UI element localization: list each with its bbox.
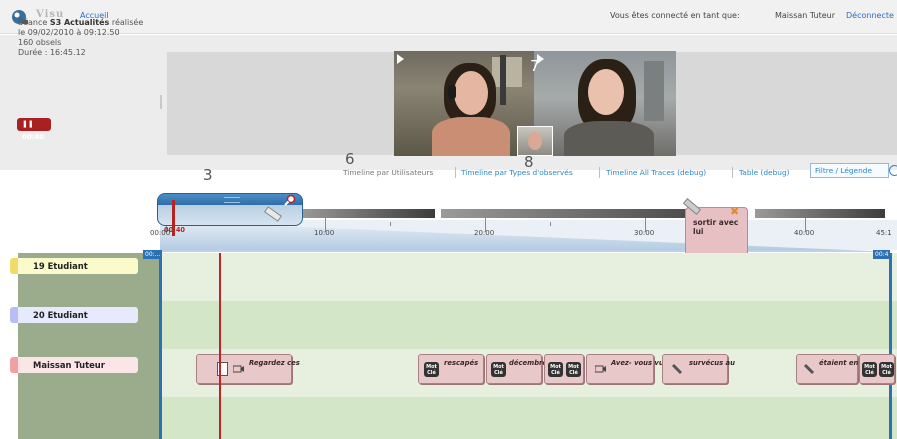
pause-timer-button[interactable]: ❚❚ 00:40: [17, 118, 51, 141]
magnifier-icon[interactable]: [284, 194, 296, 206]
grip-icon: [224, 197, 240, 203]
track-band: [160, 301, 897, 349]
obsel-item[interactable]: Mot Clé décembre s: [486, 354, 553, 384]
person-face: [454, 71, 488, 115]
obsel-text: rescapés: [444, 359, 479, 367]
obsel-item[interactable]: Mot Clé Mot Clé: [859, 354, 895, 384]
person-face-2: [588, 69, 624, 115]
keyword-icon: Mot Clé: [879, 362, 894, 377]
person-body-2: [564, 121, 654, 156]
video-thumbnail[interactable]: [517, 126, 553, 156]
camera-icon: [595, 365, 606, 373]
tab-timeline-users[interactable]: Timeline par Utilisateurs: [343, 168, 433, 177]
headset-icon: [448, 85, 456, 99]
settings-icon[interactable]: [889, 165, 897, 176]
range-right-label: 00:4: [873, 250, 891, 259]
range-left-label: 00:...: [143, 250, 163, 259]
obsel-item[interactable]: survécus au: [662, 354, 735, 384]
tab-separator: [732, 167, 733, 178]
note-text: sortir avec lui: [693, 218, 739, 236]
session-obsel-count: 160 obsels: [18, 38, 62, 47]
gauge-segment: [300, 209, 435, 218]
pause-icon: ❚❚: [22, 120, 34, 128]
user-label-20-etudiant[interactable]: 20 Etudiant: [10, 307, 138, 323]
users-column: [18, 253, 160, 439]
playhead-line[interactable]: [219, 253, 221, 439]
gauge-segment: [755, 209, 885, 218]
camera-icon: [233, 365, 244, 373]
user-label-19-etudiant[interactable]: 19 Etudiant: [10, 258, 138, 274]
tab-timeline-all-traces[interactable]: Timeline All Traces (debug): [606, 168, 706, 177]
session-info: Séance S3 Actualités réalisée le 09/02/2…: [18, 18, 166, 58]
pencil-icon: [803, 363, 815, 375]
visu-page: Visu Accueil Vous êtes connecté en tant …: [0, 0, 897, 439]
session-title-prefix: Séance: [18, 18, 50, 27]
obsel-item[interactable]: Mot Clé rescapés: [418, 354, 484, 384]
timeline-ruler[interactable]: 00:00 10:00 20:00 30:00 40:00 45:1: [0, 186, 897, 252]
annotation-6: 6: [345, 150, 355, 168]
keyword-icon: Mot Clé: [424, 362, 439, 377]
logout-link[interactable]: Déconnecte: [846, 11, 894, 20]
view-tabs: Timeline par Utilisateurs Timeline par T…: [0, 167, 897, 181]
tick-label: 30:00: [634, 229, 655, 237]
range-left-edge[interactable]: [159, 253, 162, 439]
obsel-text: Regardez ces: [249, 359, 300, 367]
close-note-icon[interactable]: ✖: [730, 205, 739, 218]
ruler-minor-tick: [390, 222, 391, 226]
tick-label: 45:1: [876, 229, 892, 237]
obsel-text: survécus au: [689, 359, 735, 367]
tab-separator: [455, 167, 456, 178]
keyword-icon: Mot Clé: [548, 362, 563, 377]
timer-value: 00:40: [22, 133, 45, 141]
annotation-7: 7: [530, 57, 540, 75]
track-band: [160, 397, 897, 439]
background-wall: [644, 61, 664, 121]
background-window: [492, 57, 522, 87]
keyword-icon: Mot Clé: [862, 362, 877, 377]
background-person: [500, 55, 506, 105]
track-band: [160, 253, 897, 301]
pencil-icon: [264, 206, 282, 222]
tick-label: 10:00: [314, 229, 335, 237]
session-duration: Durée : 16:45.12: [18, 48, 86, 57]
obsel-item[interactable]: Mot Clé Mot Clé: [544, 354, 584, 384]
thumbnail-face: [528, 132, 542, 150]
tick-label: 40:00: [794, 229, 815, 237]
panel-splitter-handle[interactable]: [160, 95, 162, 109]
keyword-icon: Mot Clé: [491, 362, 506, 377]
video-player-tutor[interactable]: [534, 51, 676, 156]
filter-legend-button[interactable]: Filtre / Légende: [810, 163, 889, 178]
connected-user: Maissan Tuteur: [775, 11, 836, 20]
keyword-icon: Mot Clé: [566, 362, 581, 377]
video-player-student[interactable]: [394, 51, 534, 156]
obsel-item[interactable]: Regardez ces: [196, 354, 300, 384]
obsel-item[interactable]: Avez- vous vu: [586, 354, 664, 384]
tab-table[interactable]: Table (debug): [739, 168, 790, 177]
obsel-item[interactable]: étaient en train: [796, 354, 879, 384]
tab-timeline-types[interactable]: Timeline par Types d'observés: [461, 168, 573, 177]
session-title-suffix: réalisée: [109, 18, 144, 27]
cursor-time-label: 00:40: [164, 226, 185, 234]
range-right-edge[interactable]: [889, 253, 892, 439]
session-date: le 09/02/2010 à 09:12.50: [18, 28, 120, 37]
person-body: [432, 117, 510, 156]
session-title: S3 Actualités: [49, 18, 110, 27]
tab-separator: [599, 167, 600, 178]
tracks-area[interactable]: [160, 253, 897, 439]
pencil-icon: [671, 363, 683, 375]
tick-label: 20:00: [474, 229, 495, 237]
user-label-maissan-tuteur[interactable]: Maissan Tuteur: [10, 357, 138, 373]
play-icon: [397, 54, 404, 64]
connected-label: Vous êtes connecté en tant que:: [610, 11, 740, 20]
obsel-text: Avez- vous vu: [611, 359, 664, 367]
ruler-minor-tick: [550, 222, 551, 226]
